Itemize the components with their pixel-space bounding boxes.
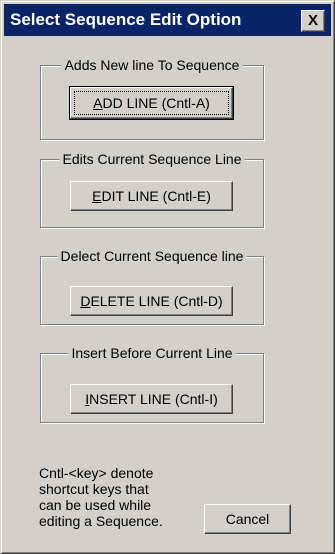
edit-line-button[interactable]: EDIT LINE (Cntl-E) <box>70 181 233 211</box>
close-button[interactable]: X <box>301 10 325 32</box>
delete-line-group: Delect Current Sequence line DELETE LINE… <box>40 246 264 325</box>
insert-line-button-label: INSERT LINE (Cntl-I) <box>85 385 218 413</box>
close-icon: X <box>307 12 318 29</box>
insert-line-group-label: Insert Before Current Line <box>68 343 236 363</box>
title-bar[interactable]: Select Sequence Edit Option X <box>4 4 331 36</box>
delete-line-button-label: DELETE LINE (Cntl-D) <box>80 287 222 315</box>
insert-line-button[interactable]: INSERT LINE (Cntl-I) <box>70 384 233 414</box>
help-line: editing a Sequence. <box>39 513 163 529</box>
insert-line-group: Insert Before Current Line INSERT LINE (… <box>40 343 264 423</box>
add-line-group-label: Adds New line To Sequence <box>61 55 243 75</box>
cancel-button[interactable]: Cancel <box>204 504 291 534</box>
add-line-button[interactable]: ADD LINE (Cntl-A) <box>69 86 234 120</box>
add-line-group: Adds New line To Sequence ADD LINE (Cntl… <box>40 55 264 140</box>
edit-line-button-label: EDIT LINE (Cntl-E) <box>92 182 211 210</box>
insert-line-label-rest: NSERT LINE (Cntl-I) <box>89 391 218 407</box>
help-line: shortcut keys that <box>39 481 149 497</box>
shortcut-help-text: Cntl-<key> denote shortcut keys that can… <box>39 465 189 529</box>
dialog-title: Select Sequence Edit Option <box>10 10 242 29</box>
delete-line-accel: D <box>80 293 91 309</box>
edit-line-label-rest: DIT LINE (Cntl-E) <box>101 188 211 204</box>
delete-line-label-rest: ELETE LINE (Cntl-D) <box>90 293 223 309</box>
help-line: Cntl-<key> denote <box>39 465 154 481</box>
edit-line-group-label: Edits Current Sequence Line <box>59 149 245 169</box>
help-line: can be used while <box>39 497 152 513</box>
delete-line-group-label: Delect Current Sequence line <box>57 246 247 266</box>
add-line-button-label: ADD LINE (Cntl-A) <box>93 88 210 118</box>
delete-line-button[interactable]: DELETE LINE (Cntl-D) <box>70 286 233 316</box>
sequence-edit-dialog: Select Sequence Edit Option X Adds New l… <box>0 0 335 554</box>
cancel-button-label: Cancel <box>225 511 270 527</box>
add-line-label-rest: DD LINE (Cntl-A) <box>102 95 210 111</box>
edit-line-group: Edits Current Sequence Line EDIT LINE (C… <box>40 149 264 228</box>
